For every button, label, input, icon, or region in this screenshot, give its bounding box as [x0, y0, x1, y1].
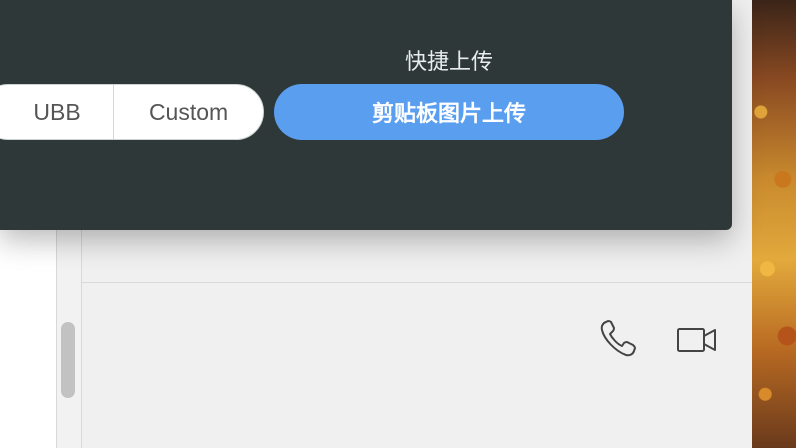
- format-ubb-button[interactable]: UBB: [0, 85, 115, 139]
- quick-upload-panel: 快捷上传 UBB Custom 剪贴板图片上传: [0, 0, 732, 230]
- clipboard-image-upload-button[interactable]: 剪贴板图片上传: [274, 84, 624, 140]
- format-segmented-control: UBB Custom: [0, 84, 264, 140]
- format-custom-button[interactable]: Custom: [114, 85, 263, 139]
- scrollbar-thumb[interactable]: [61, 322, 75, 398]
- quick-upload-title: 快捷上传: [404, 49, 493, 74]
- phone-icon[interactable]: [597, 318, 639, 360]
- desktop-wallpaper: [752, 0, 796, 448]
- chat-header-divider: [82, 282, 752, 283]
- video-camera-icon[interactable]: [675, 322, 719, 358]
